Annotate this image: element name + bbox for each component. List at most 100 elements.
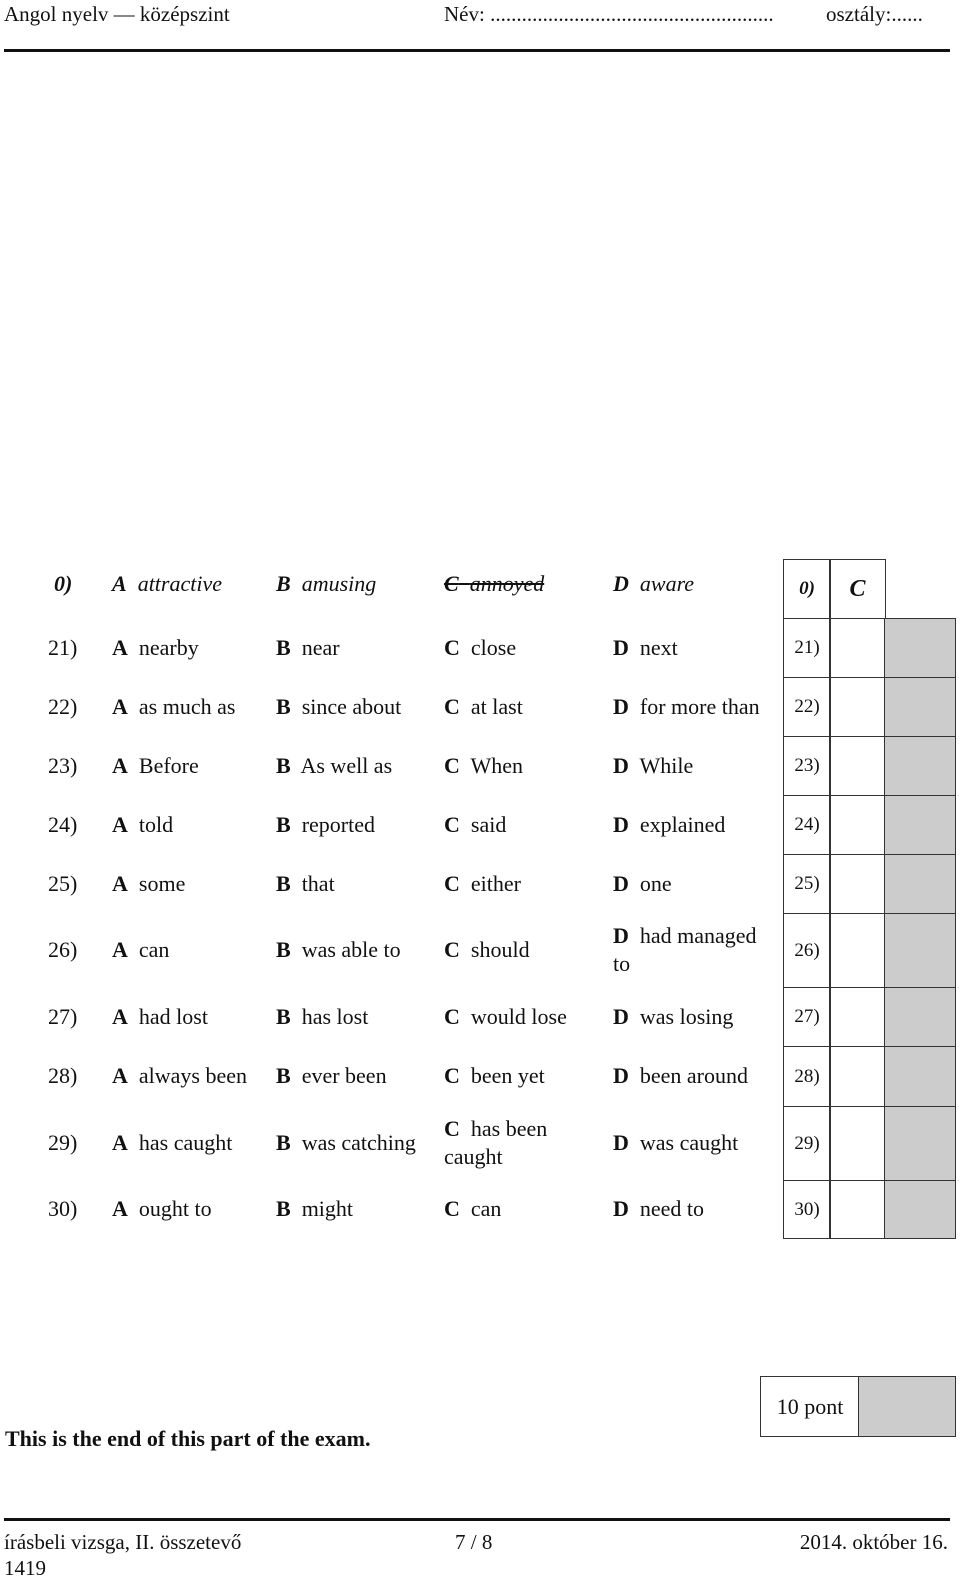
option-a: A ought to bbox=[112, 1195, 262, 1223]
examiner-score-cell bbox=[884, 1180, 956, 1239]
option-letter: B bbox=[276, 870, 291, 896]
option-text: Before bbox=[138, 752, 199, 778]
option-letter: B bbox=[276, 1130, 291, 1155]
option-text: been yet bbox=[470, 1063, 545, 1088]
option-letter: C bbox=[444, 752, 460, 778]
answer-input-cell[interactable] bbox=[829, 736, 886, 796]
example-option-c: C annoyed bbox=[444, 571, 545, 596]
answer-input-cell[interactable] bbox=[829, 677, 886, 737]
footer-date: 2014. október 16. bbox=[799, 1530, 948, 1554]
option-c: C should bbox=[444, 936, 594, 964]
answer-input-cell[interactable] bbox=[829, 1046, 886, 1107]
option-c: C has been caught bbox=[444, 1115, 594, 1171]
option-text: as much as bbox=[138, 693, 236, 719]
option-c: C close bbox=[444, 634, 594, 662]
option-text: next bbox=[639, 634, 678, 660]
question-number: 28) bbox=[48, 1063, 78, 1088]
score-label: 10 pont bbox=[760, 1376, 860, 1437]
option-text: explained bbox=[639, 811, 726, 837]
option-letter: B bbox=[276, 1063, 291, 1088]
grid-question-number: 26) bbox=[783, 913, 831, 988]
option-d: D explained bbox=[613, 811, 773, 839]
option-b: B ever been bbox=[276, 1062, 431, 1090]
option-text: was able to bbox=[301, 937, 401, 962]
option-b: B might bbox=[276, 1195, 431, 1223]
examiner-score-cell bbox=[884, 618, 956, 678]
option-b: B was able to bbox=[276, 936, 431, 964]
option-letter: C bbox=[444, 937, 460, 962]
option-letter: C bbox=[444, 1196, 460, 1221]
grid-example-number: 0) bbox=[783, 559, 831, 619]
answer-input-cell[interactable] bbox=[829, 913, 886, 988]
option-letter: C bbox=[444, 1003, 460, 1029]
option-d: D While bbox=[613, 752, 773, 780]
option-text: said bbox=[470, 811, 507, 837]
option-letter: B bbox=[276, 1196, 291, 1221]
option-text: As well as bbox=[300, 752, 393, 778]
question-number: 30) bbox=[48, 1196, 78, 1221]
question-number: 23) bbox=[48, 752, 78, 778]
option-letter: D bbox=[613, 870, 629, 896]
option-letter: B bbox=[276, 634, 291, 660]
grid-question-number: 23) bbox=[783, 736, 831, 796]
answer-input-cell[interactable] bbox=[829, 987, 886, 1047]
grid-question-number: 24) bbox=[783, 795, 831, 855]
option-c: C would lose bbox=[444, 1003, 594, 1031]
footer-code: 1419 bbox=[4, 1556, 46, 1580]
option-text: either bbox=[470, 870, 521, 896]
option-letter: D bbox=[613, 1063, 629, 1088]
option-b: B reported bbox=[276, 811, 431, 839]
option-letter: D bbox=[613, 752, 629, 778]
option-text: been around bbox=[639, 1063, 749, 1088]
example-option-b: B amusing bbox=[276, 571, 377, 596]
score-field[interactable] bbox=[858, 1376, 956, 1437]
option-letter: D bbox=[613, 1196, 629, 1221]
option-text: had lost bbox=[138, 1003, 208, 1029]
examiner-score-cell bbox=[884, 795, 956, 855]
option-text: has lost bbox=[301, 1003, 369, 1029]
option-d: D been around bbox=[613, 1062, 773, 1090]
footer-page-number: 7 / 8 bbox=[455, 1530, 493, 1554]
option-c: C can bbox=[444, 1195, 594, 1223]
option-text: one bbox=[639, 870, 672, 896]
answer-input-cell[interactable] bbox=[829, 1180, 886, 1239]
examiner-score-cell bbox=[884, 1046, 956, 1107]
option-text: ought to bbox=[138, 1196, 212, 1221]
option-text: can bbox=[138, 937, 170, 962]
option-letter: D bbox=[613, 1003, 629, 1029]
option-d: D one bbox=[613, 870, 773, 898]
option-a: A has caught bbox=[112, 1129, 262, 1157]
answer-input-cell[interactable] bbox=[829, 854, 886, 914]
option-b: B near bbox=[276, 634, 431, 662]
grid-question-number: 28) bbox=[783, 1046, 831, 1107]
option-text: When bbox=[470, 752, 524, 778]
grid-example-answer: C bbox=[829, 559, 886, 619]
answer-input-cell[interactable] bbox=[829, 618, 886, 678]
option-text: reported bbox=[301, 811, 375, 837]
option-text: nearby bbox=[138, 634, 199, 660]
option-c: C been yet bbox=[444, 1062, 594, 1090]
option-letter: C bbox=[444, 811, 460, 837]
option-text: had managed to bbox=[613, 923, 757, 976]
option-letter: D bbox=[613, 634, 629, 660]
option-b: B that bbox=[276, 870, 431, 898]
answer-input-cell[interactable] bbox=[829, 1106, 886, 1181]
option-a: A told bbox=[112, 811, 262, 839]
option-text: should bbox=[470, 937, 530, 962]
option-letter: B bbox=[276, 811, 291, 837]
grid-question-number: 30) bbox=[783, 1180, 831, 1239]
answer-input-cell[interactable] bbox=[829, 795, 886, 855]
option-a: A nearby bbox=[112, 634, 262, 662]
grid-question-number: 25) bbox=[783, 854, 831, 914]
name-field: Név: ...................................… bbox=[444, 2, 774, 26]
option-text: would lose bbox=[470, 1003, 567, 1029]
option-letter: A bbox=[112, 1003, 128, 1029]
examiner-score-cell bbox=[884, 854, 956, 914]
option-text: While bbox=[639, 752, 694, 778]
option-text: always been bbox=[138, 1063, 248, 1088]
option-letter: D bbox=[613, 693, 629, 719]
option-text: since about bbox=[301, 693, 402, 719]
option-letter: C bbox=[444, 1116, 460, 1141]
option-text: has caught bbox=[138, 1130, 233, 1155]
option-a: A some bbox=[112, 870, 262, 898]
